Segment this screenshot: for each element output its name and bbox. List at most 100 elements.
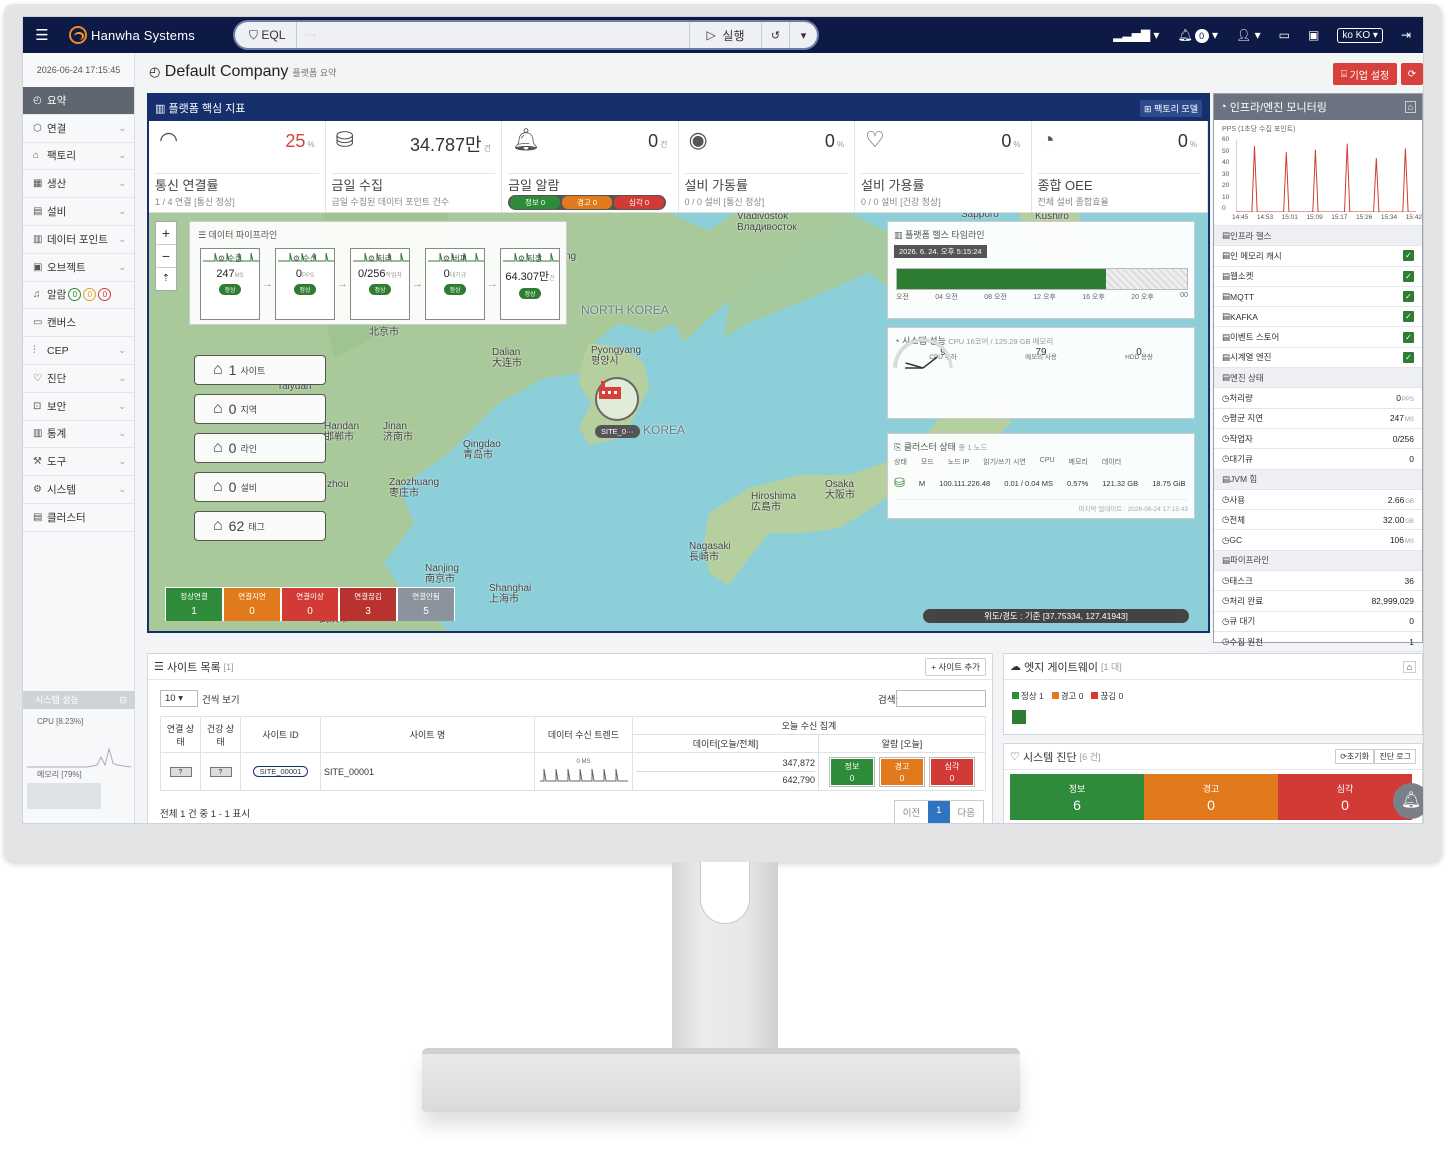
diag-reset-button[interactable]: ⟳초기화 — [1335, 749, 1374, 764]
alarm-pill[interactable]: 정보 0 — [510, 196, 560, 209]
kpi-card[interactable]: ◔ 0% 종합 OEE 전체 설비 종합효율 — [1032, 121, 1208, 212]
zoom-in-button[interactable]: + — [156, 222, 176, 244]
map-count-badge[interactable]: ⌂ 0 지역 — [194, 394, 326, 424]
floating-bell-button[interactable]: 🔔︎ — [1393, 783, 1423, 819]
collapse-icon[interactable]: ⊟ — [119, 691, 127, 709]
sidebar-item-9[interactable]: ⫶ CEP ⌄ — [23, 337, 134, 365]
language-select[interactable]: ko KO ▾ — [1337, 27, 1383, 43]
pipeline-stage[interactable]: ⚙ 처리 0/256작업자 정상 — [350, 248, 410, 320]
col-health-status[interactable]: 건강 상태 — [200, 716, 241, 753]
health-item-icon: ▤ — [1222, 351, 1231, 362]
eql-input[interactable]: ··· — [297, 29, 689, 41]
page-1-button[interactable]: 1 — [928, 801, 950, 823]
chevron-down-icon[interactable]: ▾ — [789, 22, 817, 48]
alarm-cell[interactable]: 심각 0 — [929, 756, 975, 787]
pipeline-stage[interactable]: ⚙ 버퍼 0대기규 정상 — [425, 248, 485, 320]
diag-title: 시스템 진단 — [1022, 751, 1077, 764]
stage-sparkline — [503, 252, 559, 262]
zoom-out-button[interactable]: − — [156, 244, 176, 267]
sidebar-item-11[interactable]: ⊡ 보안 ⌄ — [23, 393, 134, 421]
user-icon[interactable]: 👤︎ ▾ — [1236, 28, 1261, 42]
legend-item[interactable]: 정상연결 1 — [165, 587, 223, 621]
compass-icon[interactable]: ⇡ — [156, 267, 176, 290]
expand-icon[interactable]: ⌂ — [1404, 101, 1416, 113]
sidebar-item-13[interactable]: ⚒ 도구 ⌄ — [23, 448, 134, 477]
stage-value: 0PPS — [276, 268, 334, 280]
kpi-card[interactable]: ♡ 0% 설비 가용률 0 / 0 설비 [건강 정상] — [855, 121, 1032, 212]
history-icon[interactable]: ↺ — [761, 22, 789, 48]
legend-item[interactable]: 연결끊김 3 — [339, 587, 397, 621]
site-map[interactable]: Vladivostok Владивосток Sapporo Kushiro NOR… — [149, 213, 1208, 631]
kpi-card[interactable]: ⛁ 34.787만 건 금일 수집 금일 수집된 데이터 포인트 건수 — [326, 121, 502, 212]
sidebar-item-15[interactable]: ▤ 클러스터 — [23, 504, 134, 532]
corp-settings-button[interactable]: ⌸ 기업 설정 — [1333, 63, 1397, 85]
bell-button[interactable]: 🔔︎ 0 ▾ — [1177, 28, 1218, 43]
site-id-chip[interactable]: SITE_00001 — [252, 766, 309, 777]
col-data[interactable]: 데이터[오늘/전체] — [632, 734, 819, 753]
diag-cell[interactable]: 심각 0 — [1278, 774, 1412, 820]
col-alarms[interactable]: 알람 [오늘] — [818, 734, 986, 753]
sidebar-item-1[interactable]: ⬡ 연결 ⌄ — [23, 115, 134, 143]
col-trend[interactable]: 데이터 수신 트렌드 — [534, 716, 633, 753]
refresh-button[interactable]: ⟳ — [1401, 63, 1423, 85]
sidebar-item-4[interactable]: ▤ 설비 ⌄ — [23, 198, 134, 226]
sidebar-item-6[interactable]: ▣ 오브젝트 ⌄ — [23, 254, 134, 282]
kpi-name: 설비 가동률 — [684, 178, 748, 193]
alarm-pill[interactable]: 심각 0 — [614, 196, 664, 209]
gateway-node[interactable] — [1012, 710, 1026, 724]
map-count-badge[interactable]: ⌂ 0 라인 — [194, 433, 326, 463]
site-list-header: ☰ 사이트 목록 [1] + 사이트 추가 — [148, 654, 992, 680]
map-label-hiroshima: Hiroshima 広島市 — [751, 491, 797, 513]
alarm-cell[interactable]: 경고 0 — [879, 756, 925, 787]
alarm-pill[interactable]: 경고 0 — [562, 196, 612, 209]
pipeline-stage[interactable]: ⚙ 수집 247MS 정상 — [200, 248, 260, 320]
diag-cell[interactable]: 경고 0 — [1144, 774, 1278, 820]
kpi-sub: 1 / 4 연결 [통신 정상] — [155, 197, 235, 207]
table-row[interactable]: ? ? SITE_00001 SITE_00001 0 MS 347,872 64… — [160, 752, 986, 791]
factory-model-button[interactable]: ⊞ 팩토리 모델 — [1140, 99, 1202, 117]
sidebar-item-3[interactable]: ▦ 생산 ⌄ — [23, 170, 134, 199]
kpi-card[interactable]: ◉ 0% 설비 가동률 0 / 0 설비 [통신 정상] — [679, 121, 855, 212]
site-chip[interactable]: SITE_0··· — [595, 425, 640, 438]
legend-item[interactable]: 연결이상 0 — [281, 587, 339, 621]
add-site-button[interactable]: + 사이트 추가 — [925, 657, 986, 676]
section-icon: ▤ — [1222, 372, 1231, 383]
map-count-badge[interactable]: ⌂ 62 태그 — [194, 511, 326, 541]
sidebar-item-10[interactable]: ♡ 진단 ⌄ — [23, 365, 134, 393]
logout-icon[interactable]: ⇥ — [1401, 28, 1411, 42]
diag-cell[interactable]: 정보 6 — [1010, 774, 1144, 820]
legend-item[interactable]: 연결지연 0 — [223, 587, 281, 621]
menu-icon[interactable]: ☰ — [29, 26, 55, 44]
eql-filter-button[interactable]: ⛉ EQL — [235, 22, 297, 48]
system-perf-header[interactable]: 시스템 성능 ⊟ — [23, 691, 135, 709]
legend-item[interactable]: 연결안됨 5 — [397, 587, 455, 621]
sidebar-item-8[interactable]: ▭ 캔버스 — [23, 309, 134, 338]
site-search-input[interactable] — [896, 690, 986, 707]
sidebar-item-0[interactable]: ◴ 요약 — [23, 87, 134, 115]
page-size-select[interactable]: 10 ▾ — [160, 690, 198, 707]
kpi-card[interactable]: 🔔︎ 0 건 금일 알람 정보 0 경고 0 심각 0 — [502, 121, 679, 212]
col-site-id[interactable]: 사이트 ID — [240, 716, 321, 753]
col-site-name[interactable]: 사이트 명 — [320, 716, 535, 753]
diag-log-button[interactable]: 진단 로그 — [1374, 749, 1416, 764]
sidebar-item-12[interactable]: ▥ 통계 ⌄ — [23, 421, 134, 449]
sidebar-item-5[interactable]: ▥ 데이터 포인트 ⌄ — [23, 226, 134, 254]
site-marker[interactable] — [595, 377, 639, 421]
col-conn-status[interactable]: 연결 상태 — [160, 716, 201, 753]
sidebar-item-7[interactable]: ♫ 알람 0 0 0 — [23, 282, 134, 310]
document-icon[interactable]: ▣ — [1308, 28, 1319, 42]
map-count-badge[interactable]: ⌂ 1 사이트 — [194, 355, 326, 385]
edge-settings-icon[interactable]: ⌂ — [1402, 660, 1416, 673]
prev-page-button[interactable]: 이전 — [895, 801, 928, 823]
monitor-icon[interactable]: ▭ — [1279, 28, 1290, 42]
sidebar-item-14[interactable]: ⚙ 시스템 ⌄ — [23, 476, 134, 504]
pipeline-stage[interactable]: ⚙ 수신 0PPS 정상 — [275, 248, 335, 320]
alarm-cell[interactable]: 정보 0 — [829, 756, 875, 787]
map-count-badge[interactable]: ⌂ 0 설비 — [194, 472, 326, 502]
pipeline-stage[interactable]: ⚙ 저장 64.307만건 정상 — [500, 248, 560, 320]
sidebar-item-2[interactable]: ⌂ 팩토리 ⌄ — [23, 143, 134, 171]
run-button[interactable]: ▷ 실행 — [689, 22, 761, 48]
signal-icon[interactable]: ▂▃▅▇ ▾ — [1113, 28, 1159, 42]
kpi-card[interactable]: ◠ 25% 통신 연결률 1 / 4 연결 [통신 정상] — [149, 121, 326, 212]
next-page-button[interactable]: 다음 — [950, 801, 983, 823]
